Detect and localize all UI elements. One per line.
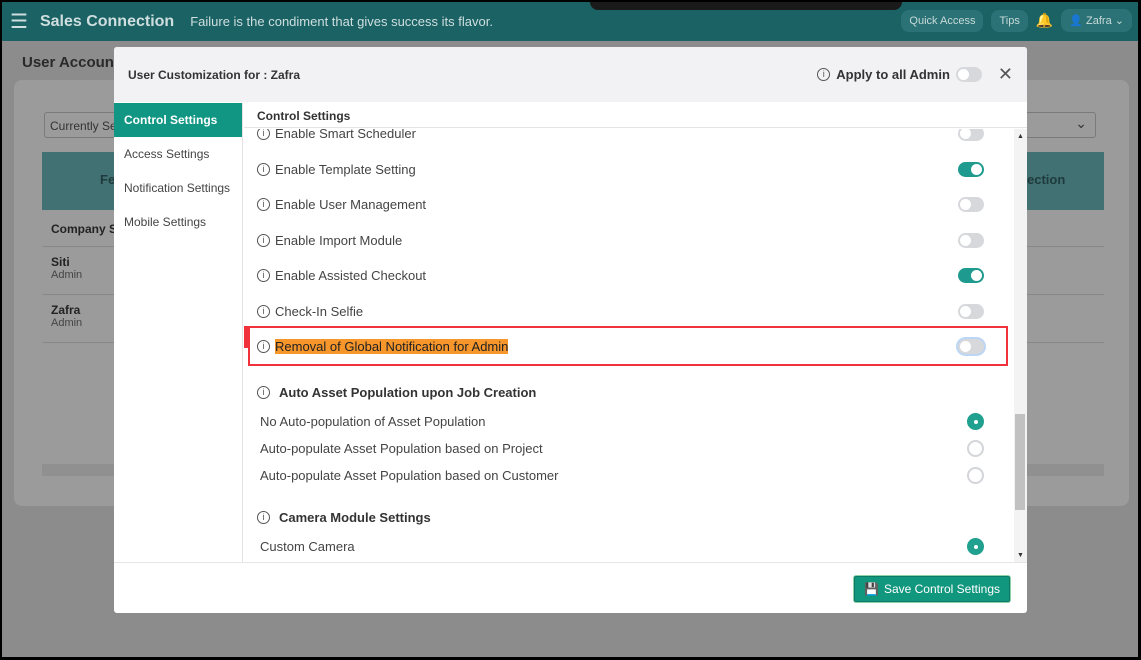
close-icon[interactable]: ✕ <box>998 64 1013 85</box>
user-menu[interactable]: 👤 Zafra ⌄ <box>1061 9 1132 32</box>
group-heading: i Auto Asset Population upon Job Creation <box>244 375 1014 410</box>
toggle-row: i Enable Smart Scheduler <box>244 129 1014 151</box>
page-title: User Account <box>22 54 119 71</box>
filter-value: Currently Se <box>50 119 117 133</box>
section-title: Control Settings <box>244 103 1027 128</box>
camera-notch <box>590 2 902 10</box>
toggle-switch[interactable] <box>958 197 984 212</box>
info-icon: i <box>257 269 270 282</box>
scroll-up-icon[interactable]: ▲ <box>1017 133 1024 140</box>
radio-option[interactable]: No Auto-population of Asset Population <box>244 408 1014 435</box>
apply-all-label: Apply to all Admin <box>836 67 950 82</box>
toggle-label: Removal of Global Notification for Admin <box>275 339 509 354</box>
bell-icon[interactable]: 🔔 <box>1036 12 1053 29</box>
tips-button[interactable]: Tips <box>991 9 1028 32</box>
toggle-label: Enable Template Setting <box>275 161 416 177</box>
info-icon: i <box>257 198 270 211</box>
info-icon: i <box>817 68 831 81</box>
radio-option[interactable]: Auto-populate Asset Population based on … <box>244 435 1014 462</box>
toggle-switch[interactable] <box>958 232 984 248</box>
settings-list: i Enable Smart Scheduler i Enable Template … <box>244 129 1014 563</box>
radio-button[interactable] <box>967 440 984 457</box>
toggle-switch[interactable] <box>958 339 984 354</box>
toggle-switch[interactable] <box>958 129 984 141</box>
info-icon: i <box>257 162 270 176</box>
toggle-label: Enable Smart Scheduler <box>275 129 416 141</box>
toggle-switch[interactable] <box>958 268 984 283</box>
info-icon: i <box>257 129 270 140</box>
toggle-label: Enable User Management <box>275 197 427 212</box>
radio-button[interactable] <box>967 413 984 430</box>
info-icon: i <box>257 386 270 399</box>
toggle-row: i Enable Template Setting <box>244 152 1014 187</box>
toggle-label: Enable Assisted Checkout <box>275 268 427 283</box>
scroll-thumb[interactable] <box>1015 414 1025 510</box>
vertical-scrollbar[interactable]: ▲ ▼ <box>1014 129 1027 563</box>
info-icon: i <box>257 304 270 318</box>
save-icon: 💾 <box>863 582 879 596</box>
group-heading: i Camera Module Settings <box>244 500 1014 535</box>
radio-option[interactable]: Custom Camera <box>244 533 1014 560</box>
user-customization-modal: User Customization for : Zafra i Apply t… <box>114 47 1027 613</box>
toggle-label: Enable Import Module <box>275 232 403 248</box>
info-icon: i <box>257 340 270 353</box>
info-icon: i <box>257 511 270 524</box>
toggle-row: i Check-In Selfie <box>244 294 1014 329</box>
sidebar-item-mobile-settings[interactable]: Mobile Settings <box>114 205 242 239</box>
toggle-switch[interactable] <box>958 303 984 319</box>
sidebar-item-access-settings[interactable]: Access Settings <box>114 137 242 171</box>
user-name: Zafra <box>1086 15 1112 27</box>
settings-sidebar: Control Settings Access Settings Notific… <box>114 103 243 563</box>
quick-access-button[interactable]: Quick Access <box>901 9 984 32</box>
motto: Failure is the condiment that gives succ… <box>190 14 493 29</box>
modal-title: User Customization for : Zafra <box>128 67 301 82</box>
app-window: ☰ Sales Connection Failure is the condim… <box>2 2 1138 657</box>
column-header: Fe <box>100 172 116 187</box>
top-bar: ☰ Sales Connection Failure is the condim… <box>2 2 1138 41</box>
save-control-settings-button[interactable]: 💾 Save Control Settings <box>853 576 1010 602</box>
sidebar-item-control-settings[interactable]: Control Settings <box>114 103 242 137</box>
sidebar-item-notification-settings[interactable]: Notification Settings <box>114 171 242 205</box>
radio-button[interactable] <box>967 538 984 555</box>
scroll-down-icon[interactable]: ▼ <box>1017 552 1024 559</box>
radio-option[interactable]: Auto-populate Asset Population based on … <box>244 462 1014 489</box>
chevron-down-icon: ⌄ <box>1075 115 1087 131</box>
toggle-switch[interactable] <box>958 161 984 177</box>
app-title: Sales Connection <box>39 12 175 30</box>
menu-icon[interactable]: ☰ <box>10 9 28 34</box>
radio-button[interactable] <box>967 467 984 484</box>
toggle-label: Check-In Selfie <box>275 303 364 319</box>
toggle-row: i Enable User Management <box>244 187 1014 222</box>
toggle-row: i Enable Assisted Checkout <box>244 258 1014 293</box>
column-header: ection <box>1027 172 1066 187</box>
toggle-row: i Removal of Global Notification for Admi… <box>244 329 1014 364</box>
toggle-row: i Enable Import Module <box>244 223 1014 258</box>
info-icon: i <box>257 233 270 247</box>
apply-all-toggle[interactable] <box>955 67 982 82</box>
